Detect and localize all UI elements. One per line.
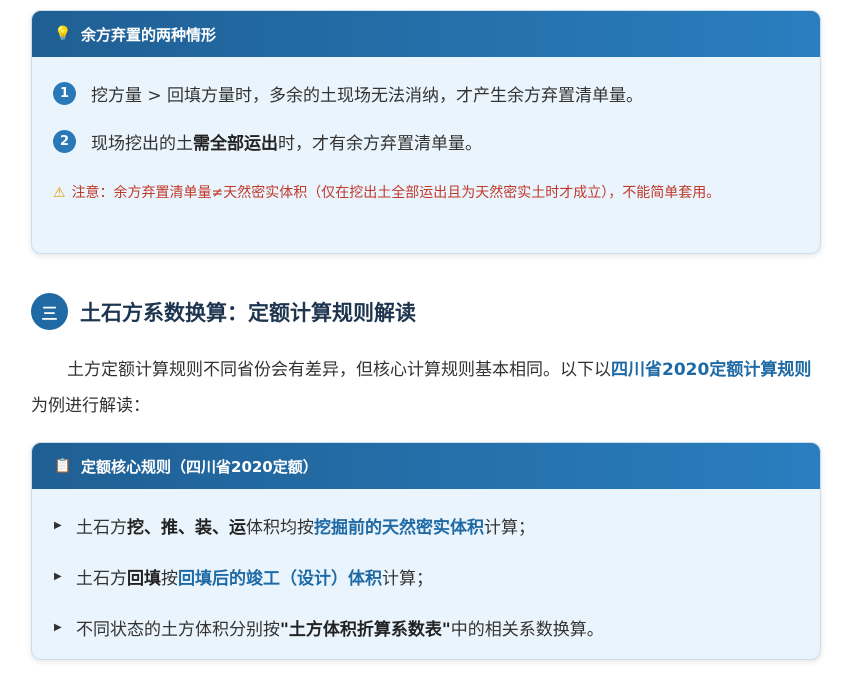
list-item: ▶ 不同状态的土方体积分别按 "土方体积折算系数表" 中的相关系数换算。 (54, 619, 604, 640)
section-title: 土石方系数换算：定额计算规则解读 (80, 300, 416, 325)
situations-card: 💡 余方弃置的两种情形 1 挖方量 > 回填方量时，多余的土现场无法消纳，才产生… (31, 10, 821, 254)
intro-highlight: 四川省2020定额计算规则 (611, 360, 812, 380)
situation-text-pre: 现场挖出的土 (91, 134, 193, 154)
triangle-right-icon: ▶ (54, 519, 62, 531)
list-item: ▶ 土石方 挖、推、装、运 体积均按 挖掘前的天然密实体积 计算； (54, 517, 535, 538)
situation-text-bold: 需全部运出 (193, 134, 278, 154)
situation-item-1: 1 挖方量 > 回填方量时，多余的土现场无法消纳，才产生余方弃置清单量。 (53, 81, 643, 106)
triangle-right-icon: ▶ (54, 570, 62, 582)
rules-card: 📋 定额核心规则（四川省2020定额） ▶ 土石方 挖、推、装、运 体积均按 挖掘前的… (31, 442, 821, 660)
warning-icon: ⚠ (53, 185, 66, 201)
intro-paragraph: 土方定额计算规则不同省份会有差异，但核心计算规则基本相同。以下以四川省2020定… (31, 352, 816, 424)
situation-text-post: 时，才有余方弃置清单量。 (278, 134, 482, 154)
warning-note: ⚠ 注意：余方弃置清单量≠天然密实体积（仅在挖出土全部运出且为天然密实土时才成立）… (53, 177, 803, 210)
section-heading: 三 土石方系数换算：定额计算规则解读 (31, 293, 416, 330)
situations-card-header: 💡 余方弃置的两种情形 (32, 11, 820, 57)
situation-item-2: 2 现场挖出的土 需全部运出 时，才有余方弃置清单量。 (53, 129, 482, 154)
number-badge: 2 (53, 130, 76, 153)
intro-text-pre: 土方定额计算规则不同省份会有差异，但核心计算规则基本相同。以下以 (67, 360, 611, 380)
rules-list: ▶ 土石方 挖、推、装、运 体积均按 挖掘前的天然密实体积 计算； ▶ 土石方 回填按回填… (54, 513, 604, 659)
clipboard-icon: 📋 (54, 458, 72, 474)
situations-card-title: 余方弃置的两种情形 (81, 25, 217, 44)
situation-text: 挖方量 > 回填方量时，多余的土现场无法消纳，才产生余方弃置清单量。 (91, 86, 644, 106)
intro-text-post: 为例进行解读： (31, 396, 150, 416)
rules-card-title: 定额核心规则（四川省2020定额） (81, 457, 318, 476)
number-badge: 1 (53, 82, 76, 105)
lightbulb-icon: 💡 (54, 26, 72, 42)
list-item: ▶ 土石方 回填按回填后的竣工（设计）体积 计算； (54, 568, 433, 589)
warning-text: 注意：余方弃置清单量≠天然密实体积（仅在挖出土全部运出且为天然密实土时才成立），… (71, 185, 721, 201)
triangle-right-icon: ▶ (54, 621, 62, 633)
rules-card-header: 📋 定额核心规则（四川省2020定额） (32, 443, 820, 489)
section-number-badge: 三 (31, 293, 68, 330)
